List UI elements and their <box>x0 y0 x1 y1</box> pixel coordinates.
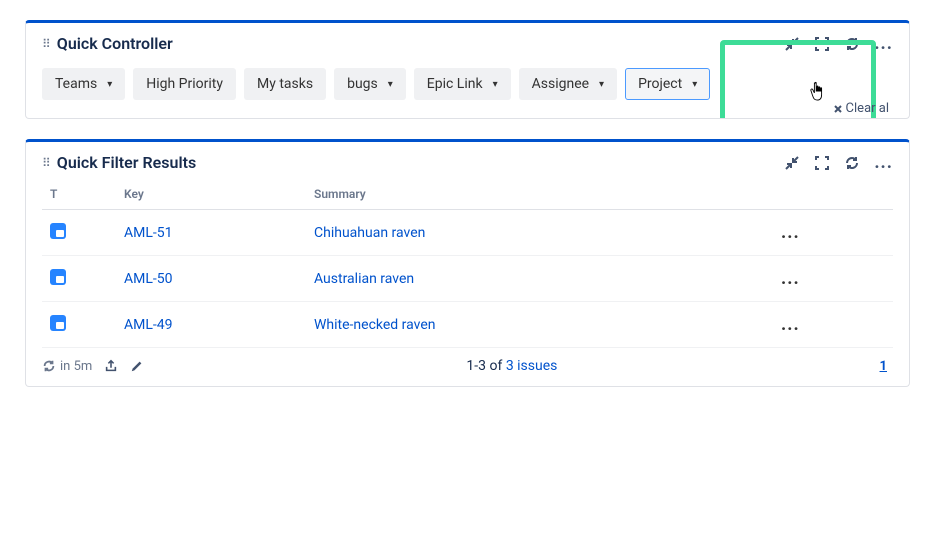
clear-all-label: Clear al <box>846 101 889 116</box>
chevron-down-icon: ▾ <box>388 79 393 90</box>
edit-icon[interactable] <box>130 359 144 373</box>
issue-type-icon <box>50 315 66 331</box>
issue-summary-link[interactable]: Chihuahuan raven <box>314 225 425 241</box>
share-icon[interactable] <box>104 359 118 373</box>
panel-actions: ... <box>784 152 893 173</box>
filter-high-priority[interactable]: High Priority <box>133 68 236 100</box>
row-actions-icon[interactable]: ... <box>773 302 893 348</box>
filter-label: My tasks <box>257 76 313 92</box>
fullscreen-icon[interactable] <box>814 36 830 52</box>
more-icon[interactable]: ... <box>874 33 893 54</box>
panel-header: ⠿ Quick Filter Results ... <box>26 142 909 173</box>
page-number[interactable]: 1 <box>880 359 893 374</box>
issue-summary-link[interactable]: Australian raven <box>314 271 414 287</box>
quick-filter-results-panel: ⠿ Quick Filter Results ... <box>25 139 910 387</box>
col-type[interactable]: T <box>42 177 116 210</box>
chevron-down-icon: ▾ <box>107 79 112 90</box>
col-key[interactable]: Key <box>116 177 306 210</box>
filter-label: Project <box>638 76 682 92</box>
panel-title: Quick Filter Results <box>57 153 785 172</box>
chevron-down-icon: ▾ <box>692 79 697 90</box>
panel-title: Quick Controller <box>57 34 785 53</box>
results-body: T Key Summary AML-51 Chihuahuan raven ..… <box>26 177 909 348</box>
filter-label: bugs <box>347 76 378 92</box>
filter-label: Epic Link <box>427 76 483 92</box>
row-actions-icon[interactable]: ... <box>773 256 893 302</box>
panel-header: ⠿ Quick Controller ... <box>26 23 909 54</box>
refresh-icon[interactable] <box>844 36 860 52</box>
range-text: 1-3 of <box>466 358 505 374</box>
issue-type-icon <box>50 223 66 239</box>
issue-key-link[interactable]: AML-50 <box>124 271 173 287</box>
pagination-summary: 1-3 of 3 issues <box>156 358 867 374</box>
clear-all-link[interactable]: Clear al <box>832 101 889 116</box>
filter-bugs[interactable]: bugs ▾ <box>334 68 406 100</box>
minimize-icon[interactable] <box>784 155 800 171</box>
refresh-icon[interactable] <box>844 155 860 171</box>
panel-actions: ... <box>784 33 893 54</box>
table-row: AML-50 Australian raven ... <box>42 256 893 302</box>
panel-footer: in 5m 1-3 of 3 issues 1 <box>26 348 909 386</box>
footer-left: in 5m <box>42 359 144 374</box>
filter-label: Teams <box>55 76 97 92</box>
issue-summary-link[interactable]: White-necked raven <box>314 317 435 333</box>
drag-handle-icon[interactable]: ⠿ <box>42 37 49 51</box>
fullscreen-icon[interactable] <box>814 155 830 171</box>
table-row: AML-51 Chihuahuan raven ... <box>42 210 893 256</box>
col-summary[interactable]: Summary <box>306 177 773 210</box>
filter-bar: Teams ▾ High Priority My tasks bugs ▾ Ep… <box>26 54 909 118</box>
drag-handle-icon[interactable]: ⠿ <box>42 156 49 170</box>
filter-epic-link[interactable]: Epic Link ▾ <box>414 68 511 100</box>
filter-my-tasks[interactable]: My tasks <box>244 68 326 100</box>
row-actions-icon[interactable]: ... <box>773 210 893 256</box>
filter-teams[interactable]: Teams ▾ <box>42 68 125 100</box>
filter-label: Assignee <box>532 76 589 92</box>
total-issues-link[interactable]: 3 issues <box>506 358 558 374</box>
minimize-icon[interactable] <box>784 36 800 52</box>
table-row: AML-49 White-necked raven ... <box>42 302 893 348</box>
quick-controller-panel: ⠿ Quick Controller ... <box>25 20 910 119</box>
more-icon[interactable]: ... <box>874 152 893 173</box>
issue-type-icon <box>50 269 66 285</box>
pointer-cursor-icon <box>809 81 827 103</box>
table-header-row: T Key Summary <box>42 177 893 210</box>
filter-label: High Priority <box>146 76 223 92</box>
auto-refresh-icon[interactable]: in 5m <box>42 359 92 374</box>
results-table: T Key Summary AML-51 Chihuahuan raven ..… <box>42 177 893 348</box>
chevron-down-icon: ▾ <box>493 79 498 90</box>
issue-key-link[interactable]: AML-49 <box>124 317 173 333</box>
issue-key-link[interactable]: AML-51 <box>124 225 173 241</box>
filter-project[interactable]: Project ▾ <box>625 68 710 100</box>
filter-assignee[interactable]: Assignee ▾ <box>519 68 617 100</box>
chevron-down-icon: ▾ <box>599 79 604 90</box>
refresh-interval: in 5m <box>60 359 92 374</box>
